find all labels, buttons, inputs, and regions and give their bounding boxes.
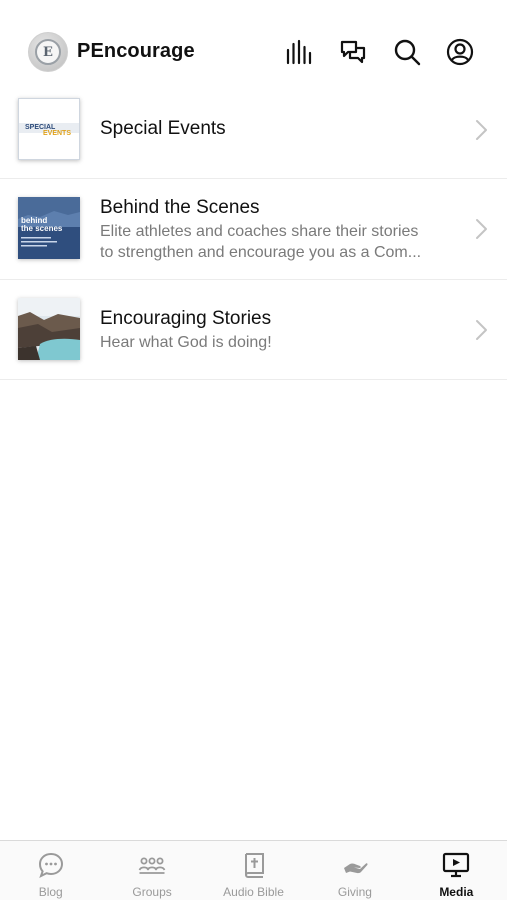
search-icon[interactable] (393, 38, 421, 66)
thumbnail-encouraging-stories (18, 298, 80, 360)
audio-bars-icon[interactable] (285, 38, 313, 66)
item-subtitle: Hear what God is doing! (100, 332, 460, 353)
app-title: PEncourage (77, 40, 195, 62)
groups-icon (138, 851, 166, 879)
tab-label: Groups (132, 885, 172, 899)
tab-groups[interactable]: Groups (101, 841, 202, 900)
list-item-behind-the-scenes[interactable]: behind the scenes Behind the Scenes Elit… (0, 179, 507, 280)
list-item-special-events[interactable]: SPECIAL EVENTS Special Events (0, 80, 507, 179)
thumbnail-special-events: SPECIAL EVENTS (18, 98, 80, 160)
item-subtitle: Elite athletes and coaches share their s… (100, 221, 460, 263)
tab-blog[interactable]: Blog (0, 841, 101, 900)
profile-icon[interactable] (446, 38, 474, 66)
list-item-encouraging-stories[interactable]: Encouraging Stories Hear what God is doi… (0, 280, 507, 380)
chevron-right-icon (473, 119, 489, 141)
chat-icon[interactable] (339, 38, 367, 66)
media-play-icon (442, 851, 470, 879)
chat-bubble-icon (37, 851, 65, 879)
tab-label: Blog (38, 885, 63, 899)
item-title: Encouraging Stories (100, 308, 272, 329)
brand-logo[interactable]: E (28, 32, 68, 72)
giving-hand-icon (341, 851, 369, 879)
chevron-right-icon (473, 319, 489, 341)
item-title: Special Events (100, 118, 226, 139)
svg-text:the scenes: the scenes (21, 224, 63, 233)
tab-label: Media (439, 885, 474, 899)
thumbnail-behind-the-scenes: behind the scenes (18, 197, 80, 259)
app-root: E PEncourage SPECIAL EVENTS Special Even… (0, 0, 507, 900)
bible-icon (240, 851, 268, 879)
item-subtitle-line: to strengthen and encourage you as a Com… (100, 244, 422, 261)
tab-media[interactable]: Media (406, 841, 507, 900)
item-subtitle-line: Hear what God is doing! (100, 334, 272, 351)
bottom-tab-bar: Blog Groups Audio Bible Giving Media (0, 840, 507, 900)
tab-giving[interactable]: Giving (304, 841, 405, 900)
tab-audio-bible[interactable]: Audio Bible (203, 841, 304, 900)
item-title: Behind the Scenes (100, 197, 260, 218)
media-list: SPECIAL EVENTS Special Events behind the (0, 80, 507, 380)
logo-mark: E (35, 39, 61, 65)
svg-text:EVENTS: EVENTS (43, 130, 71, 137)
tab-label: Giving (337, 885, 372, 899)
item-subtitle-line: Elite athletes and coaches share their s… (100, 223, 419, 240)
tab-label: Audio Bible (223, 885, 284, 899)
chevron-right-icon (473, 218, 489, 240)
